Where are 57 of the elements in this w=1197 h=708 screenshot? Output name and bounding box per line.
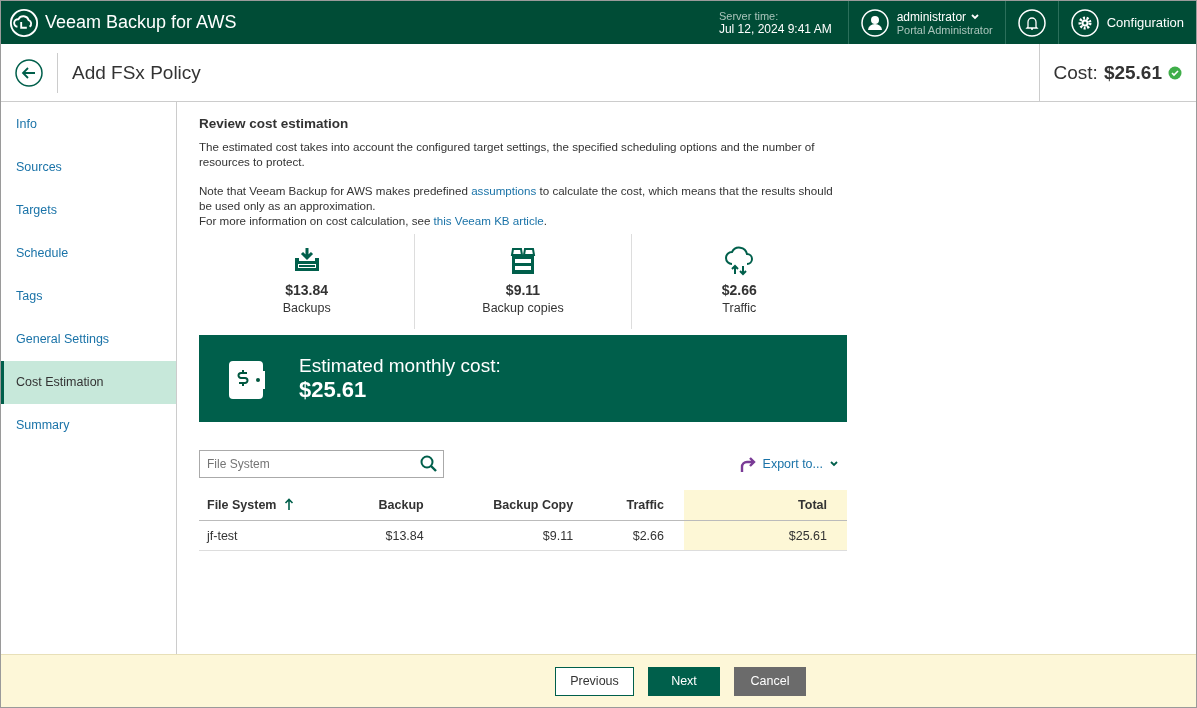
cost-category: Backups: [282, 301, 331, 315]
section-heading: Review cost estimation: [199, 116, 350, 131]
link[interactable]: this Veeam KB article: [433, 214, 544, 227]
sidebar-item[interactable]: Cost Estimation: [1, 361, 176, 404]
next-button[interactable]: Next: [648, 666, 720, 696]
app-title: Veeam Backup for AWS: [45, 12, 237, 33]
paragraph: Note that Veeam Backup for AWS makes predefined assumptions to calculate the cost, which means that the results should be used only as an approximation.: [199, 183, 834, 213]
cost-amount: $13.84: [285, 282, 329, 298]
page-title: Add FSx Policy: [57, 52, 1039, 93]
sidebar-item[interactable]: General Settings: [1, 318, 176, 361]
cloud-transfer-icon: [724, 246, 755, 276]
column-header[interactable]: Backup: [342, 490, 444, 521]
cloud-logo-icon: [9, 7, 39, 38]
bell-icon: [1017, 8, 1046, 37]
table-cell: jf-test: [199, 520, 343, 551]
sidebar-item[interactable]: Sources: [1, 146, 176, 189]
curved-arrow-icon: [738, 455, 757, 473]
sort-arrow-up-icon: [284, 498, 295, 510]
gear-icon: [1070, 8, 1099, 37]
chevron-down-icon: [970, 11, 981, 22]
sidebar-item[interactable]: Targets: [1, 189, 176, 232]
search-icon: [420, 455, 438, 473]
configuration-link[interactable]: Configuration: [1106, 15, 1184, 30]
cost-category: Backup copies: [482, 301, 564, 315]
cost-amount: $9.11: [505, 282, 541, 298]
table-cell: $25.61: [684, 520, 847, 551]
cost-category: Traffic: [722, 301, 757, 315]
cost-label: Cost:: [1053, 61, 1098, 84]
monthly-cost-value: $25.61: [299, 376, 368, 403]
column-header[interactable]: Backup Copy: [443, 490, 594, 521]
sidebar-item[interactable]: Schedule: [1, 232, 176, 275]
table-cell: $13.84: [342, 520, 444, 551]
sidebar-item[interactable]: Summary: [1, 404, 176, 447]
previous-button[interactable]: Previous: [555, 666, 634, 696]
sidebar-item[interactable]: Info: [1, 103, 176, 146]
check-circle-icon: [1168, 65, 1182, 80]
cost-amount: $2.66: [721, 282, 757, 298]
table-cell: $9.11: [443, 520, 594, 551]
cancel-button[interactable]: Cancel: [734, 666, 806, 696]
search-field[interactable]: File System: [199, 450, 444, 478]
chevron-down-icon: [829, 459, 839, 469]
paragraph: The estimated cost takes into account the configured target settings, the specified scheduling options and the number of resources to protect.: [199, 139, 816, 169]
column-header[interactable]: File System: [199, 490, 343, 521]
column-header[interactable]: Total: [684, 490, 847, 521]
server-icon: [508, 246, 538, 276]
user-role: Portal Administrator: [896, 23, 993, 36]
export-link[interactable]: Export to...: [762, 457, 823, 471]
cost-value: $25.61: [1103, 61, 1162, 84]
paragraph: For more information on cost calculation, see this Veeam KB article.: [199, 213, 548, 228]
user-name[interactable]: administrator: [896, 9, 967, 24]
server-time-label: Server time:: [718, 9, 780, 22]
user-avatar-icon: [860, 8, 889, 37]
monthly-cost-label: Estimated monthly cost:: [299, 354, 501, 377]
server-time: Jul 12, 2024 9:41 AM: [718, 21, 832, 36]
back-button[interactable]: [15, 58, 43, 87]
sidebar-item[interactable]: Tags: [1, 275, 176, 318]
link[interactable]: assumptions: [471, 184, 537, 197]
